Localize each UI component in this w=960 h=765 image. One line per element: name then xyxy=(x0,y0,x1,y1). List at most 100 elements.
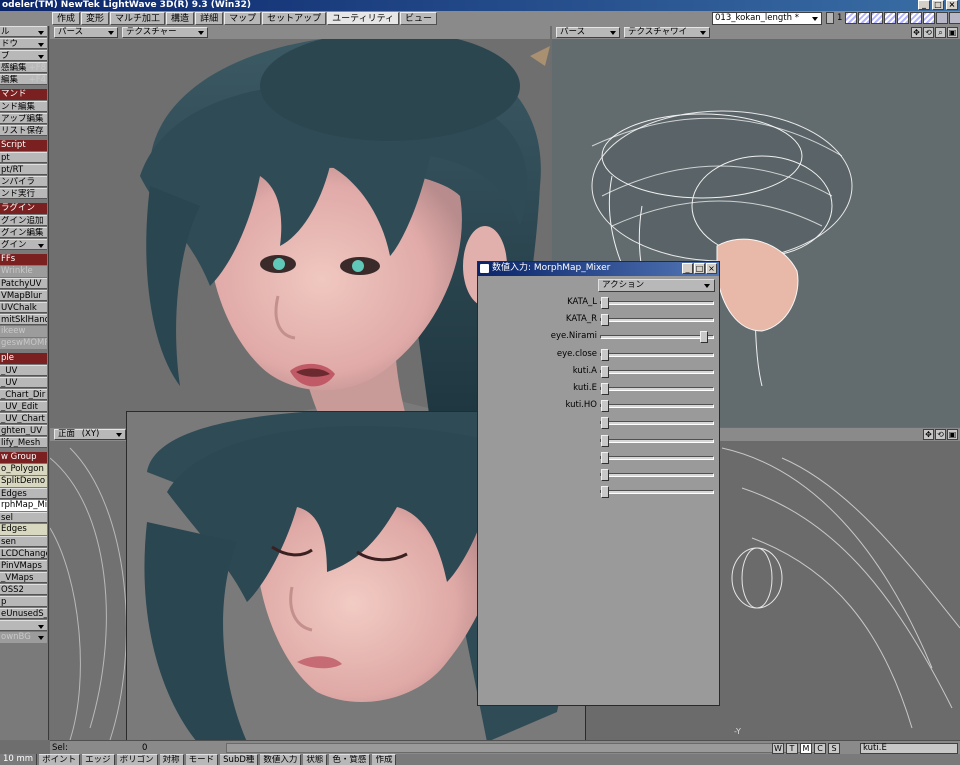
bottom-button[interactable]: 数値入力 xyxy=(260,754,302,765)
morph-slider[interactable] xyxy=(600,434,714,447)
morph-slider[interactable] xyxy=(600,469,714,481)
sidebar-button[interactable]: sen xyxy=(0,536,47,547)
sidebar-button[interactable]: SplitDemo xyxy=(0,476,47,487)
close-button[interactable]: × xyxy=(706,263,717,274)
tab-8[interactable]: ビュー xyxy=(400,12,438,25)
sidebar-button[interactable]: pt xyxy=(0,152,47,163)
morph-slider[interactable] xyxy=(600,383,714,395)
sidebar-button[interactable]: p xyxy=(0,596,47,607)
projection-select[interactable]: パース xyxy=(54,27,118,38)
layer-slot[interactable] xyxy=(884,12,897,24)
sidebar-button[interactable]: VMapBlur xyxy=(0,290,47,301)
mode-button[interactable]: S xyxy=(828,743,840,754)
sidebar-button[interactable]: LCDChanger xyxy=(0,548,47,559)
object-select[interactable]: 013_kokan_length * xyxy=(712,12,822,25)
mode-button[interactable]: M xyxy=(800,743,812,754)
bottom-button[interactable]: SubD種 xyxy=(220,754,259,765)
zoom-icon[interactable]: ⌕ xyxy=(935,27,946,38)
sidebar-button[interactable]: o_Polygon xyxy=(0,464,47,475)
tab-6[interactable]: セットアップ xyxy=(262,12,327,25)
slider-thumb[interactable] xyxy=(699,331,708,344)
sidebar-button[interactable]: lify_Mesh xyxy=(0,437,47,448)
shading-select[interactable]: テクスチャワイ xyxy=(624,27,710,38)
mode-button[interactable]: C xyxy=(814,743,826,754)
sidebar-button[interactable]: _UV xyxy=(0,377,47,388)
tab-7[interactable]: ユーティリティ xyxy=(327,12,400,25)
sidebar-button[interactable]: ドウ xyxy=(0,38,47,49)
slider-thumb[interactable] xyxy=(601,486,609,499)
close-button[interactable]: × xyxy=(946,0,958,10)
minimize-button[interactable]: _ xyxy=(682,263,693,274)
slider-thumb[interactable] xyxy=(601,417,609,430)
rotate-view-icon[interactable]: ⟲ xyxy=(935,429,946,440)
layer-slot[interactable] xyxy=(897,12,910,24)
bottom-button[interactable]: モード xyxy=(185,754,219,765)
sidebar-button[interactable]: ンパイラ xyxy=(0,176,47,187)
dialog-title-bar[interactable]: 数値入力: MorphMap_Mixer _ □ × xyxy=(478,262,719,276)
sidebar-button[interactable] xyxy=(0,620,47,631)
sidebar-button[interactable]: ブ xyxy=(0,50,47,61)
sidebar-button[interactable]: mitSklHandle xyxy=(0,314,47,325)
slider-thumb[interactable] xyxy=(601,365,609,378)
layer-slot[interactable] xyxy=(858,12,871,24)
slider-thumb[interactable] xyxy=(601,469,609,481)
layer-slot[interactable] xyxy=(845,12,858,24)
slider-thumb[interactable] xyxy=(601,400,609,413)
sidebar-button[interactable]: OSS2 xyxy=(0,584,47,595)
maximize-view-icon[interactable]: ▣ xyxy=(947,429,958,440)
sidebar-button[interactable]: _Chart_Dir xyxy=(0,389,47,400)
bottom-button[interactable]: エッジ xyxy=(82,754,115,765)
shading-select[interactable]: テクスチャー xyxy=(122,27,208,38)
tab-5[interactable]: マップ xyxy=(224,12,262,25)
bottom-button[interactable]: 状態 xyxy=(303,754,328,765)
sidebar-button[interactable]: _UV xyxy=(0,365,47,376)
projection-select[interactable]: パース xyxy=(556,27,620,38)
sidebar-button[interactable]: geswMOMP xyxy=(0,338,47,349)
layer-slot[interactable] xyxy=(936,12,949,24)
sidebar-button[interactable]: Wrinkle xyxy=(0,266,47,277)
layer-slot[interactable] xyxy=(949,12,960,24)
bottom-button[interactable]: 対称 xyxy=(159,754,184,765)
tab-0[interactable]: 作成 xyxy=(52,12,81,25)
move-view-icon[interactable]: ✥ xyxy=(911,27,922,38)
slider-thumb[interactable] xyxy=(601,348,609,361)
mode-button[interactable]: W xyxy=(772,743,784,754)
morph-slider[interactable] xyxy=(600,365,714,378)
sidebar-button[interactable]: ikeew xyxy=(0,326,47,337)
viewport-top-left[interactable]: パース テクスチャー xyxy=(50,26,550,441)
bottom-button[interactable]: ポイント xyxy=(39,754,81,765)
morph-slider[interactable] xyxy=(600,297,714,309)
morph-slider[interactable] xyxy=(600,314,714,327)
sidebar-button[interactable]: rphMap_Mixer xyxy=(0,500,47,511)
morph-slider[interactable] xyxy=(600,417,714,430)
projection-select[interactable]: 正面 (XY) xyxy=(54,429,126,440)
layer-slot[interactable] xyxy=(910,12,923,24)
sidebar-button[interactable]: 編集 +F4 xyxy=(0,74,47,85)
sidebar-button[interactable]: UVChalk xyxy=(0,302,47,313)
vmap-select[interactable]: kuti.E xyxy=(860,743,958,754)
layer-slot[interactable] xyxy=(923,12,936,24)
sidebar-button[interactable]: グイン追加 xyxy=(0,215,47,226)
tab-1[interactable]: 変形 xyxy=(81,12,110,25)
sidebar-button[interactable]: ル xyxy=(0,26,47,37)
tab-4[interactable]: 詳細 xyxy=(195,12,224,25)
sidebar-button[interactable]: アップ編集 xyxy=(0,113,47,124)
tab-3[interactable]: 構造 xyxy=(166,12,195,25)
bottom-button[interactable]: ポリゴン xyxy=(116,754,158,765)
sidebar-button[interactable]: リスト保存 xyxy=(0,125,47,136)
bottom-button[interactable]: 色・質感 xyxy=(329,754,371,765)
tab-2[interactable]: マルチ加工 xyxy=(110,12,166,25)
bottom-button[interactable]: 作成 xyxy=(372,754,397,765)
slider-thumb[interactable] xyxy=(601,314,609,327)
morphmap-mixer-dialog[interactable]: 数値入力: MorphMap_Mixer _ □ × アクション KATA_L K… xyxy=(477,261,720,706)
minimize-button[interactable]: _ xyxy=(918,0,930,10)
sidebar-button[interactable]: Edges xyxy=(0,524,47,535)
sidebar-button[interactable]: eUnusedS_ xyxy=(0,608,47,619)
morph-slider[interactable] xyxy=(600,348,714,361)
sidebar-button[interactable]: PinVMaps xyxy=(0,560,47,571)
action-select[interactable]: アクション xyxy=(598,279,715,292)
sidebar-button[interactable]: PatchyUV xyxy=(0,278,47,289)
sidebar-button[interactable]: Edges xyxy=(0,488,47,499)
sidebar-button[interactable]: sel xyxy=(0,512,47,523)
sidebar-button[interactable]: ownBG xyxy=(0,632,47,643)
